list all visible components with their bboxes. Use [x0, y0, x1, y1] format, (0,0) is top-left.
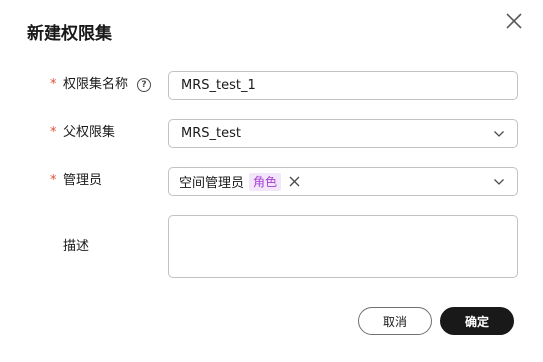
parent-label: 父权限集 [63, 125, 116, 140]
name-input[interactable]: MRS_test_1 [168, 71, 518, 100]
parent-select[interactable]: MRS_test [168, 119, 518, 148]
required-mark: * [50, 77, 57, 92]
admin-tag-label: 空间管理员 [179, 176, 245, 191]
chevron-down-icon [494, 131, 504, 137]
parent-label-group: * 父权限集 [50, 123, 115, 143]
create-permission-set-dialog: 新建权限集 * 权限集名称 ? MRS_test_1 * 父权限集 MRS_te… [0, 0, 543, 362]
cancel-button-label: 取消 [382, 314, 407, 329]
name-input-value: MRS_test_1 [181, 78, 256, 93]
required-mark: * [50, 125, 57, 140]
question-circle-icon[interactable]: ? [137, 78, 152, 92]
confirm-button-label: 确定 [464, 314, 489, 329]
confirm-button[interactable]: 确定 [440, 307, 514, 335]
dialog-title: 新建权限集 [27, 24, 112, 44]
chevron-down-icon [494, 179, 504, 185]
description-textarea[interactable] [168, 215, 518, 278]
admin-label-group: * 管理员 [50, 171, 102, 191]
admin-label: 管理员 [63, 173, 103, 188]
name-label: 权限集名称 [63, 77, 129, 92]
description-label: 描述 [63, 239, 90, 254]
name-label-group: * 权限集名称 ? [50, 75, 152, 95]
cancel-button[interactable]: 取消 [358, 307, 432, 335]
tag-remove-icon[interactable] [289, 176, 300, 187]
admin-select[interactable]: 空间管理员 角色 [168, 167, 518, 196]
required-mark: * [50, 173, 57, 188]
description-label-group: 描述 [50, 237, 89, 257]
role-badge: 角色 [249, 172, 282, 191]
parent-select-value: MRS_test [181, 126, 241, 141]
close-icon[interactable] [505, 12, 523, 30]
